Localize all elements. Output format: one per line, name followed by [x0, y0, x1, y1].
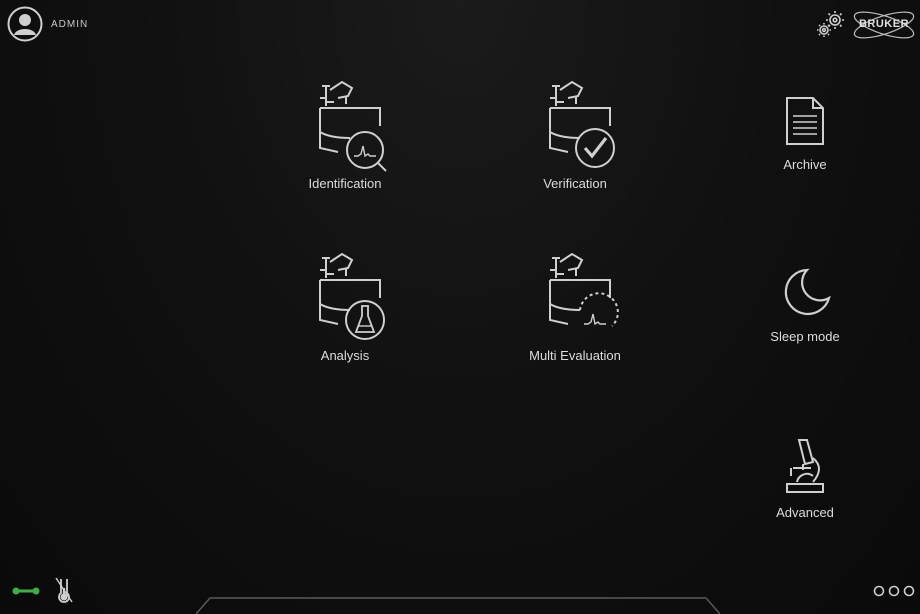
- instrument-magnifier-spectrum-icon: [319, 80, 387, 172]
- archive-button[interactable]: Archive: [750, 96, 860, 172]
- main-screen: ADMIN BRUKER Identification Verification…: [0, 0, 920, 614]
- bottom-panel-handle[interactable]: [196, 596, 720, 614]
- more-dots-icon[interactable]: [872, 584, 916, 598]
- tile-verification[interactable]: Verification: [500, 76, 650, 206]
- tile-label-analysis: Analysis: [320, 348, 370, 363]
- archive-label: Archive: [783, 157, 827, 172]
- tile-analysis[interactable]: Analysis: [270, 248, 420, 378]
- tile-multi-evaluation[interactable]: Multi Evaluation: [500, 248, 650, 378]
- advanced-label: Advanced: [776, 505, 834, 520]
- document-icon: [786, 97, 824, 145]
- instrument-checkmark-icon: [549, 80, 615, 168]
- connection-icon[interactable]: [12, 584, 40, 598]
- instrument-flask-icon: [319, 252, 385, 340]
- microscope-icon: [786, 439, 824, 493]
- gears-icon[interactable]: [816, 10, 846, 38]
- brand-name: BRUKER: [858, 18, 910, 30]
- sleep-mode-button[interactable]: Sleep mode: [750, 268, 860, 344]
- tile-label-multi-evaluation: Multi Evaluation: [529, 348, 621, 363]
- sleep-mode-label: Sleep mode: [770, 329, 840, 344]
- moon-icon: [784, 268, 831, 316]
- thermometer-icon[interactable]: [52, 576, 76, 604]
- user-avatar-icon[interactable]: [7, 6, 43, 42]
- user-area[interactable]: ADMIN: [7, 6, 88, 42]
- user-name: ADMIN: [51, 18, 89, 30]
- advanced-button[interactable]: Advanced: [750, 438, 860, 520]
- tile-identification[interactable]: Identification: [270, 76, 420, 206]
- tile-label-identification: Identification: [308, 176, 382, 191]
- instrument-spectrum-loop-icon: [549, 252, 619, 327]
- brand-logo: BRUKER: [850, 6, 918, 44]
- tile-label-verification: Verification: [543, 176, 607, 191]
